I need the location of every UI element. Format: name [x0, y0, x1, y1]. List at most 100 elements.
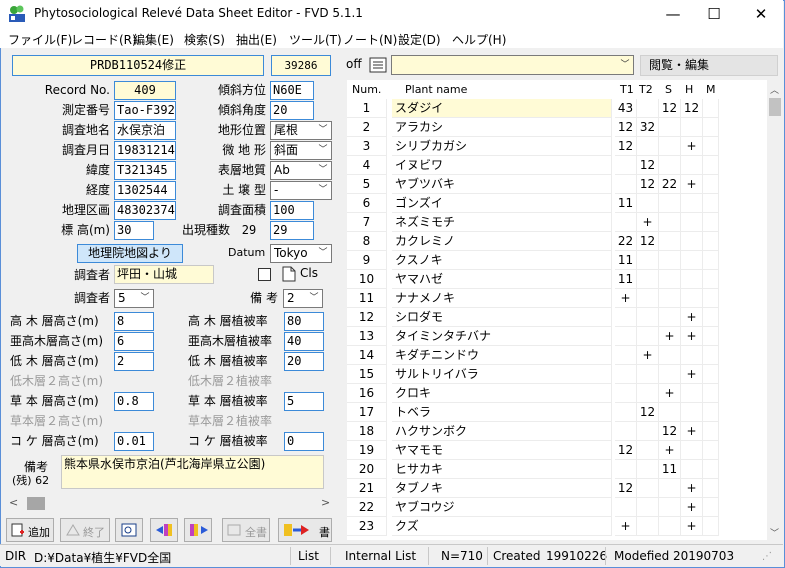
cell-num[interactable]: 17: [347, 403, 387, 422]
cell-h[interactable]: [681, 270, 703, 289]
cell-plant-name[interactable]: サルトリイバラ: [392, 365, 612, 384]
cell-s[interactable]: +: [659, 327, 681, 346]
cell-s[interactable]: [659, 403, 681, 422]
finish-button[interactable]: 終了: [60, 518, 110, 542]
cell-m[interactable]: [703, 118, 719, 137]
cell-t1[interactable]: 12: [615, 118, 637, 137]
survey-date-field[interactable]: 19831214: [114, 141, 176, 160]
notes-field[interactable]: 熊本県水俣市京泊(芦北海岸県立公園): [61, 455, 324, 489]
cell-t2[interactable]: 12: [637, 232, 659, 251]
cell-t2[interactable]: [637, 498, 659, 517]
cell-plant-name[interactable]: クロキ: [392, 384, 612, 403]
cell-plant-name[interactable]: カクレミノ: [392, 232, 612, 251]
cell-s[interactable]: 11: [659, 460, 681, 479]
cell-h[interactable]: +: [681, 498, 703, 517]
cell-t2[interactable]: [637, 137, 659, 156]
cell-s[interactable]: [659, 251, 681, 270]
cell-t2[interactable]: [637, 422, 659, 441]
cell-t1[interactable]: 12: [615, 137, 637, 156]
latitude-field[interactable]: T321345: [114, 161, 176, 180]
cell-h[interactable]: [681, 213, 703, 232]
horizontal-scrollbar[interactable]: < >: [7, 495, 333, 512]
cell-num[interactable]: 3: [347, 137, 387, 156]
cell-num[interactable]: 10: [347, 270, 387, 289]
add-button[interactable]: 追加: [6, 518, 54, 542]
table-row[interactable]: 2 アラカシ 12 32: [347, 118, 767, 137]
cell-plant-name[interactable]: ナナメノキ: [392, 289, 612, 308]
cell-num[interactable]: 21: [347, 479, 387, 498]
cell-t2[interactable]: [637, 270, 659, 289]
cell-num[interactable]: 11: [347, 289, 387, 308]
cell-plant-name[interactable]: タイミンタチバナ: [392, 327, 612, 346]
cell-s[interactable]: 12: [659, 99, 681, 118]
cell-t2[interactable]: [637, 441, 659, 460]
table-row[interactable]: 20 ヒサカキ 11: [347, 460, 767, 479]
cell-h[interactable]: [681, 232, 703, 251]
table-row[interactable]: 13 タイミンタチバナ + +: [347, 327, 767, 346]
all-button[interactable]: 全書: [222, 518, 270, 542]
cell-m[interactable]: [703, 517, 719, 536]
cell-t1[interactable]: [615, 213, 637, 232]
cell-s[interactable]: [659, 308, 681, 327]
cell-num[interactable]: 7: [347, 213, 387, 232]
cell-plant-name[interactable]: ヤブコウジ: [392, 498, 612, 517]
cell-h[interactable]: +: [681, 365, 703, 384]
cell-s[interactable]: [659, 213, 681, 232]
cell-h[interactable]: [681, 460, 703, 479]
cell-s[interactable]: [659, 270, 681, 289]
cell-h[interactable]: 12: [681, 99, 703, 118]
cell-t2[interactable]: [637, 308, 659, 327]
cell-m[interactable]: [703, 194, 719, 213]
record-no-field[interactable]: 409: [114, 81, 176, 100]
table-row[interactable]: 8 カクレミノ 22 12: [347, 232, 767, 251]
col-s[interactable]: S: [665, 80, 681, 99]
cell-t2[interactable]: [637, 517, 659, 536]
table-row[interactable]: 7 ネズミモチ +: [347, 213, 767, 232]
cell-t2[interactable]: [637, 365, 659, 384]
cell-plant-name[interactable]: ヤブツバキ: [392, 175, 612, 194]
cell-m[interactable]: [703, 479, 719, 498]
cell-plant-name[interactable]: タブノキ: [392, 479, 612, 498]
vertical-scrollbar[interactable]: ︿ ﹀: [767, 80, 783, 540]
surveyor-field[interactable]: 坪田・山城: [114, 265, 214, 284]
record-id-field[interactable]: 39286: [271, 55, 331, 76]
cell-h[interactable]: [681, 441, 703, 460]
cell-h[interactable]: [681, 118, 703, 137]
move-left-button[interactable]: [150, 518, 178, 542]
scroll-down-icon[interactable]: ﹀: [770, 526, 779, 539]
cell-s[interactable]: [659, 194, 681, 213]
cell-t1[interactable]: [615, 346, 637, 365]
cell-h[interactable]: +: [681, 479, 703, 498]
menu-settings[interactable]: 設定(D): [398, 31, 441, 48]
cell-plant-name[interactable]: ヤマモモ: [392, 441, 612, 460]
cell-h[interactable]: [681, 289, 703, 308]
cell-plant-name[interactable]: トベラ: [392, 403, 612, 422]
cell-m[interactable]: [703, 327, 719, 346]
table-row[interactable]: 12 シロダモ +: [347, 308, 767, 327]
cell-h[interactable]: [681, 194, 703, 213]
minimize-button[interactable]: —: [651, 0, 695, 28]
cell-num[interactable]: 19: [347, 441, 387, 460]
table-row[interactable]: 23 クズ + +: [347, 517, 767, 536]
cell-plant-name[interactable]: イヌビワ: [392, 156, 612, 175]
table-row[interactable]: 1 スダジイ 43 12 12: [347, 99, 767, 118]
cell-h[interactable]: +: [681, 327, 703, 346]
layer-height-field[interactable]: 2: [114, 352, 154, 371]
cell-h[interactable]: [681, 403, 703, 422]
cell-m[interactable]: [703, 175, 719, 194]
cell-m[interactable]: [703, 384, 719, 403]
col-t2[interactable]: T2: [639, 80, 655, 99]
datum-select[interactable]: Tokyo ﹀: [270, 244, 332, 263]
cell-h[interactable]: [681, 346, 703, 365]
cell-s[interactable]: 12: [659, 422, 681, 441]
cell-t1[interactable]: [615, 327, 637, 346]
cell-s[interactable]: [659, 137, 681, 156]
layer-cover-field[interactable]: 80: [284, 312, 324, 331]
cell-num[interactable]: 12: [347, 308, 387, 327]
table-row[interactable]: 4 イヌビワ 12: [347, 156, 767, 175]
table-row[interactable]: 17 トベラ 12: [347, 403, 767, 422]
cell-h[interactable]: [681, 384, 703, 403]
cell-m[interactable]: [703, 213, 719, 232]
cell-plant-name[interactable]: ヤマハゼ: [392, 270, 612, 289]
cell-m[interactable]: [703, 232, 719, 251]
